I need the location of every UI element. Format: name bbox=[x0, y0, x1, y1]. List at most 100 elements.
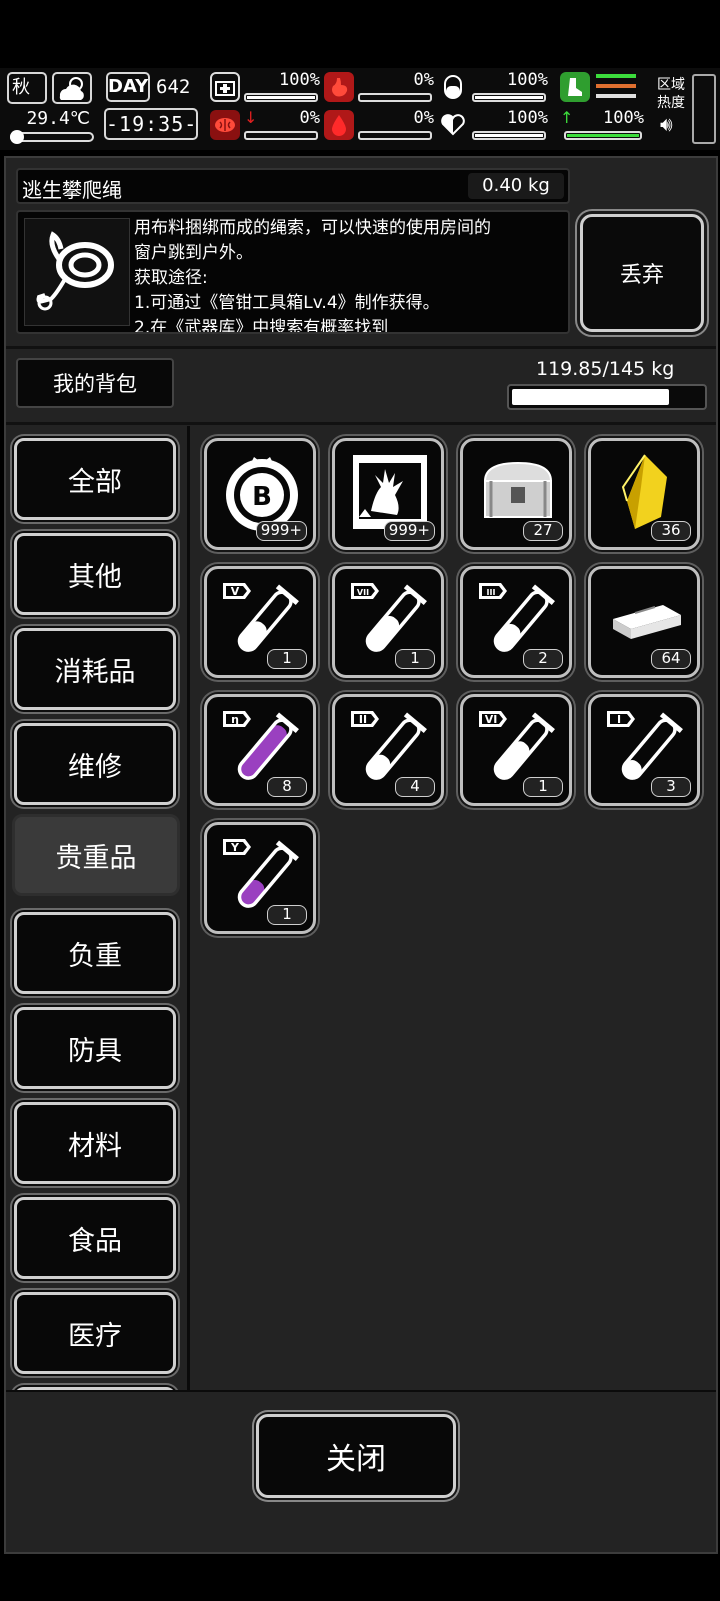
medicine-bar bbox=[472, 93, 546, 102]
tube-label-tag: II bbox=[351, 711, 379, 727]
mood-value: 100% bbox=[507, 108, 548, 128]
tube-mark: II bbox=[359, 713, 367, 726]
mood-bar bbox=[472, 131, 546, 140]
tube-mark: VI bbox=[485, 713, 498, 726]
discard-button[interactable]: 丢弃 bbox=[580, 214, 704, 332]
divider bbox=[6, 1390, 716, 1392]
day-number: 642 bbox=[156, 76, 191, 98]
mental-value: 0% bbox=[299, 108, 320, 128]
item-slot[interactable]: B 999+ bbox=[204, 438, 316, 550]
tube-mark: III bbox=[487, 588, 496, 597]
stamina-stat: ↑ 100% bbox=[560, 108, 646, 142]
category-armor[interactable]: 防具 bbox=[14, 1007, 176, 1089]
mental-bar bbox=[244, 131, 318, 140]
cloudy-sun-icon bbox=[52, 72, 92, 104]
item-slot[interactable]: V 1 bbox=[204, 566, 316, 678]
arrow-up-icon: ↑ bbox=[560, 108, 574, 127]
health-stat: 100% bbox=[210, 70, 322, 104]
category-carry[interactable]: 负重 bbox=[14, 912, 176, 994]
item-count: 3 bbox=[651, 777, 691, 797]
stamina-level-indicator bbox=[560, 70, 648, 104]
item-count: 2 bbox=[523, 649, 563, 669]
capacity-fill bbox=[512, 389, 670, 405]
stamina-bar bbox=[564, 131, 642, 140]
item-count: 64 bbox=[651, 649, 691, 669]
item-description-box: 用布料捆绑而成的绳索，可以快速的使用房间的 窗户跳到户外。 获取途径: 1.可通… bbox=[16, 210, 570, 334]
category-repair[interactable]: 维修 bbox=[14, 723, 176, 805]
tube-mark: Y bbox=[230, 841, 240, 854]
item-slot[interactable]: VII 1 bbox=[332, 566, 444, 678]
blood-drop-icon bbox=[324, 110, 354, 140]
hunger-value: 0% bbox=[413, 70, 434, 90]
thermometer-icon bbox=[10, 130, 94, 144]
temperature-value: 29.4℃ bbox=[26, 108, 90, 129]
item-weight: 0.40 kg bbox=[468, 173, 564, 199]
item-slot[interactable]: Y 1 bbox=[204, 822, 316, 934]
divider bbox=[6, 422, 716, 425]
stamina-icon bbox=[560, 72, 590, 102]
item-slot[interactable]: 27 bbox=[460, 438, 572, 550]
item-slot[interactable]: VI 1 bbox=[460, 694, 572, 806]
backpack-capacity: 119.85/145 kg bbox=[536, 358, 675, 380]
item-count: 36 bbox=[651, 521, 691, 541]
health-value: 100% bbox=[279, 70, 320, 90]
tube-label-tag: V bbox=[223, 583, 251, 599]
thirst-stat: 0% bbox=[324, 108, 436, 142]
tube-label-tag: III bbox=[479, 583, 507, 599]
medkit-icon bbox=[210, 72, 240, 102]
category-valuables[interactable]: 贵重品 bbox=[12, 814, 180, 896]
item-count: 1 bbox=[267, 905, 307, 925]
heat-meter bbox=[692, 74, 716, 144]
arrow-down-icon: ↓ bbox=[244, 108, 258, 127]
item-count: 27 bbox=[523, 521, 563, 541]
region-heat-label: 区域 热度 bbox=[657, 77, 685, 111]
temperature-gauge: 29.4℃ bbox=[6, 108, 94, 144]
item-slot[interactable]: III 2 bbox=[460, 566, 572, 678]
pill-icon bbox=[438, 72, 468, 102]
health-bar bbox=[244, 93, 318, 102]
mood-stat: 100% bbox=[438, 108, 550, 142]
tube-mark: VII bbox=[357, 588, 369, 597]
item-name: 逃生攀爬绳 bbox=[22, 178, 122, 202]
tube-label-tag: η bbox=[223, 711, 251, 727]
item-description: 用布料捆绑而成的绳索，可以快速的使用房间的 窗户跳到户外。 获取途径: 1.可通… bbox=[134, 218, 491, 334]
inventory-panel: 逃生攀爬绳 0.40 kg 用布料捆绑而成的绳索，可以快速的使用房间的 窗户跳到… bbox=[4, 156, 718, 1554]
status-hud: 秋 29.4℃ DAY 642 -19:35- 100% 0% 100% ↓ 0… bbox=[0, 68, 720, 150]
category-medical[interactable]: 医疗 bbox=[14, 1292, 176, 1374]
close-button[interactable]: 关闭 bbox=[256, 1414, 456, 1498]
speaker-icon[interactable]: 🔊︎ bbox=[660, 112, 673, 136]
category-list[interactable]: 全部 其他 消耗品 维修 贵重品 负重 防具 材料 食品 医疗 bbox=[6, 426, 190, 1390]
heart-icon bbox=[438, 110, 468, 140]
item-grid: B 999+ 999+ 27 36 V 1 VII 1 III 2 64 η 8… bbox=[198, 434, 714, 1390]
category-food[interactable]: 食品 bbox=[14, 1197, 176, 1279]
medicine-value: 100% bbox=[507, 70, 548, 90]
item-count: 1 bbox=[523, 777, 563, 797]
divider bbox=[6, 346, 716, 349]
item-slot[interactable]: II 4 bbox=[332, 694, 444, 806]
day-label: DAY bbox=[106, 72, 150, 102]
stamina-value: 100% bbox=[603, 108, 644, 128]
category-all[interactable]: 全部 bbox=[14, 438, 176, 520]
item-slot[interactable]: 999+ bbox=[332, 438, 444, 550]
tube-mark: I bbox=[617, 713, 621, 726]
item-slot[interactable]: η 8 bbox=[204, 694, 316, 806]
item-count: 999+ bbox=[383, 521, 435, 541]
game-clock: -19:35- bbox=[104, 108, 198, 140]
season-indicator: 秋 bbox=[7, 72, 47, 104]
rope-icon bbox=[24, 218, 130, 326]
thirst-bar bbox=[358, 131, 432, 140]
item-slot[interactable]: 64 bbox=[588, 566, 700, 678]
mental-stat: ↓ 0% bbox=[210, 108, 322, 142]
tube-mark: V bbox=[231, 585, 240, 598]
item-count: 4 bbox=[395, 777, 435, 797]
thirst-value: 0% bbox=[413, 108, 434, 128]
category-materials[interactable]: 材料 bbox=[14, 1102, 176, 1184]
category-consumables[interactable]: 消耗品 bbox=[14, 628, 176, 710]
medicine-stat: 100% bbox=[438, 70, 550, 104]
tube-label-tag: Y bbox=[223, 839, 251, 855]
season-label: 秋 bbox=[12, 77, 30, 98]
backpack-capacity-bar bbox=[507, 384, 707, 410]
category-other[interactable]: 其他 bbox=[14, 533, 176, 615]
item-slot[interactable]: 36 bbox=[588, 438, 700, 550]
item-slot[interactable]: I 3 bbox=[588, 694, 700, 806]
